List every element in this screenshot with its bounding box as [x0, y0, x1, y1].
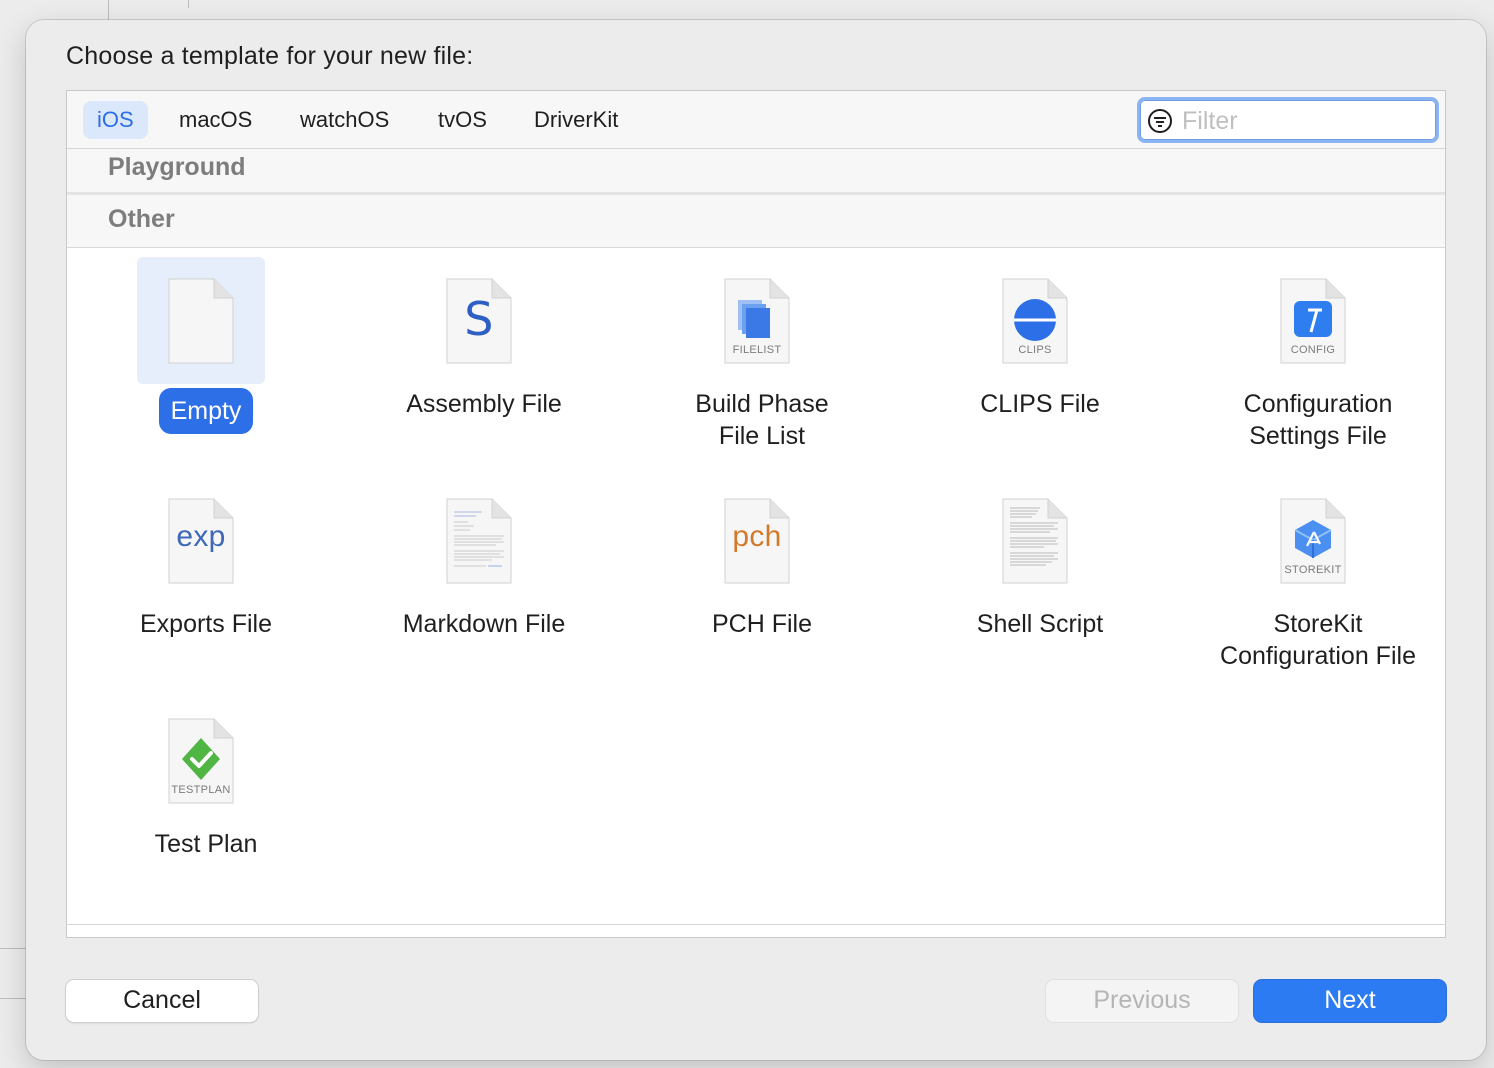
- template-storekit-configuration-file[interactable]: STOREKIT StoreKit Configuration File: [1179, 468, 1457, 688]
- previous-button[interactable]: Previous: [1046, 980, 1238, 1022]
- platform-tabbar: iOS macOS watchOS tvOS DriverKit: [67, 91, 1445, 149]
- filelist-caption: FILELIST: [732, 344, 782, 356]
- next-button[interactable]: Next: [1254, 980, 1446, 1022]
- template-markdown-file[interactable]: Markdown File: [345, 468, 623, 688]
- template-test-plan[interactable]: TESTPLAN Test Plan: [67, 688, 345, 908]
- template-label-line2: Settings File: [1249, 422, 1387, 450]
- panel-divider: [67, 924, 1445, 925]
- template-label: Markdown File: [402, 610, 566, 638]
- background-divider: [0, 998, 26, 999]
- tab-macos[interactable]: macOS: [165, 101, 266, 139]
- section-label: Other: [108, 205, 175, 233]
- template-label: Shell Script: [976, 610, 1104, 638]
- template-label: Assembly File: [406, 390, 562, 418]
- template-label: StoreKit: [1273, 610, 1363, 638]
- filelist-icon: FILELIST: [724, 278, 790, 364]
- template-label: Configuration: [1243, 390, 1393, 418]
- pch-icon: pch: [724, 498, 790, 584]
- config-icon: CONFIG: [1280, 278, 1346, 364]
- shell-script-icon: [1002, 498, 1068, 584]
- tab-driverkit[interactable]: DriverKit: [520, 101, 632, 139]
- cancel-button[interactable]: Cancel: [66, 980, 258, 1022]
- template-clips-file[interactable]: CLIPS CLIPS File: [901, 248, 1179, 468]
- tab-watchos[interactable]: watchOS: [286, 101, 403, 139]
- assembly-glyph: S: [464, 292, 494, 346]
- template-label: Exports File: [140, 610, 272, 638]
- clips-icon: CLIPS: [1002, 278, 1068, 364]
- template-label-line2: File List: [718, 422, 806, 450]
- markdown-icon: [446, 498, 512, 584]
- template-configuration-settings-file[interactable]: CONFIG Configuration Settings File: [1179, 248, 1457, 468]
- template-label-line2: Configuration File: [1220, 642, 1416, 670]
- template-pch-file[interactable]: pch PCH File: [623, 468, 901, 688]
- sheet-title: Choose a template for your new file:: [66, 42, 474, 70]
- clips-caption: CLIPS: [1018, 344, 1052, 356]
- storekit-caption: STOREKIT: [1284, 564, 1342, 576]
- config-caption: CONFIG: [1290, 344, 1336, 356]
- exp-glyph: exp: [176, 520, 226, 553]
- filter-input[interactable]: [1182, 104, 1427, 138]
- template-label: Empty: [158, 388, 254, 434]
- assembly-s-icon: S: [446, 278, 512, 364]
- testplan-icon: TESTPLAN: [168, 718, 234, 804]
- template-chooser-sheet: Choose a template for your new file: iOS…: [26, 20, 1486, 1060]
- template-build-phase-file-list[interactable]: FILELIST Build Phase File List: [623, 248, 901, 468]
- template-label: PCH File: [711, 610, 812, 638]
- template-empty[interactable]: Empty: [67, 248, 345, 468]
- background-divider: [108, 0, 109, 20]
- tab-ios[interactable]: iOS: [83, 101, 148, 139]
- empty-document-icon: [168, 278, 234, 364]
- template-exports-file[interactable]: exp Exports File: [67, 468, 345, 688]
- section-header-other: Other: [67, 195, 1445, 248]
- template-label: Build Phase: [695, 390, 829, 418]
- template-label: CLIPS File: [980, 390, 1100, 418]
- pch-glyph: pch: [732, 520, 782, 553]
- template-assembly-file[interactable]: S Assembly File: [345, 248, 623, 468]
- template-shell-script[interactable]: Shell Script: [901, 468, 1179, 688]
- template-grid: Empty S Assembly File FILELIST Build Pha…: [67, 248, 1445, 918]
- storekit-icon: STOREKIT: [1280, 498, 1346, 584]
- section-label: Playground: [108, 153, 246, 181]
- filter-field[interactable]: [1137, 97, 1439, 143]
- template-panel: iOS macOS watchOS tvOS DriverKit Playgro…: [66, 90, 1446, 938]
- tab-tvos[interactable]: tvOS: [424, 101, 501, 139]
- filter-icon: [1148, 109, 1172, 133]
- testplan-caption: TESTPLAN: [171, 784, 231, 796]
- background-divider: [188, 0, 189, 8]
- exp-icon: exp: [168, 498, 234, 584]
- template-label: Test Plan: [154, 830, 258, 858]
- background-divider: [0, 948, 26, 949]
- section-header-playground: Playground: [67, 149, 1445, 195]
